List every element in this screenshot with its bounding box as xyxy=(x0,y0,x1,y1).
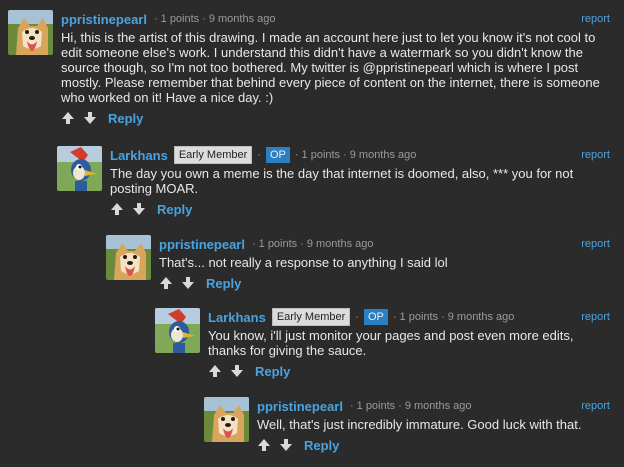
upvote-arrow-icon[interactable] xyxy=(257,438,271,452)
reply-button[interactable]: Reply xyxy=(206,276,241,291)
username[interactable]: ppristinepearl xyxy=(61,12,147,27)
report-link[interactable]: report xyxy=(581,400,610,412)
woodpecker-avatar-icon xyxy=(155,308,200,353)
username[interactable]: Larkhans xyxy=(208,310,266,325)
points: 1 points xyxy=(399,311,439,323)
separator: · xyxy=(343,149,347,161)
report-link[interactable]: report xyxy=(581,238,610,250)
downvote-arrow-icon[interactable] xyxy=(132,202,146,216)
separator: · xyxy=(202,13,206,25)
dog-avatar-icon xyxy=(106,235,151,280)
op-badge: OP xyxy=(363,309,388,325)
comment-text: Hi, this is the artist of this drawing. … xyxy=(61,30,600,105)
early-member-badge: Early Member xyxy=(271,308,351,326)
op-badge: OP xyxy=(265,147,290,163)
dog-avatar-icon xyxy=(8,10,53,55)
report-link[interactable]: report xyxy=(581,311,610,323)
separator: · xyxy=(257,149,261,161)
timestamp: 9 months ago xyxy=(447,311,515,323)
comment: Larkhans Early Member · OP · 1 points · … xyxy=(57,146,610,226)
reply-button[interactable]: Reply xyxy=(255,364,290,379)
separator: · xyxy=(441,311,445,323)
separator: · xyxy=(153,13,158,25)
username[interactable]: ppristinepearl xyxy=(257,399,343,414)
separator: · xyxy=(392,311,397,323)
upvote-arrow-icon[interactable] xyxy=(159,276,173,290)
separator: · xyxy=(251,238,256,250)
timestamp: 9 months ago xyxy=(404,400,472,412)
woodpecker-avatar-icon xyxy=(57,146,102,191)
avatar[interactable] xyxy=(57,146,102,191)
reply-button[interactable]: Reply xyxy=(157,202,192,217)
upvote-arrow-icon[interactable] xyxy=(110,202,124,216)
downvote-arrow-icon[interactable] xyxy=(181,276,195,290)
avatar[interactable] xyxy=(204,397,249,442)
upvote-arrow-icon[interactable] xyxy=(208,364,222,378)
downvote-arrow-icon[interactable] xyxy=(83,111,97,125)
timestamp: 9 months ago xyxy=(349,149,417,161)
comment-text: The day you own a meme is the day that i… xyxy=(110,166,574,196)
upvote-arrow-icon[interactable] xyxy=(61,111,75,125)
reply-button[interactable]: Reply xyxy=(304,438,339,453)
avatar[interactable] xyxy=(155,308,200,353)
points: 1 points xyxy=(356,400,396,412)
separator: · xyxy=(300,238,304,250)
separator: · xyxy=(398,400,402,412)
comment: ppristinepearl · 1 points · 9 months ago… xyxy=(204,397,610,457)
separator: · xyxy=(355,311,359,323)
comment-text: Well, that's just incredibly immature. G… xyxy=(257,417,582,432)
early-member-badge: Early Member xyxy=(173,146,253,164)
timestamp: 9 months ago xyxy=(306,238,374,250)
comment: ppristinepearl · 1 points · 9 months ago… xyxy=(8,10,610,130)
report-link[interactable]: report xyxy=(581,149,610,161)
report-link[interactable]: report xyxy=(581,13,610,25)
comment-text: That's... not really a response to anyth… xyxy=(159,255,448,270)
separator: · xyxy=(294,149,299,161)
comment: Larkhans Early Member · OP · 1 points · … xyxy=(155,308,610,388)
points: 1 points xyxy=(160,13,200,25)
username[interactable]: ppristinepearl xyxy=(159,237,245,252)
username[interactable]: Larkhans xyxy=(110,148,168,163)
avatar[interactable] xyxy=(8,10,53,55)
dog-avatar-icon xyxy=(204,397,249,442)
points: 1 points xyxy=(301,149,341,161)
comment: ppristinepearl · 1 points · 9 months ago… xyxy=(106,235,610,295)
reply-button[interactable]: Reply xyxy=(108,111,143,126)
downvote-arrow-icon[interactable] xyxy=(230,364,244,378)
downvote-arrow-icon[interactable] xyxy=(279,438,293,452)
avatar[interactable] xyxy=(106,235,151,280)
timestamp: 9 months ago xyxy=(208,13,276,25)
separator: · xyxy=(349,400,354,412)
points: 1 points xyxy=(258,238,298,250)
comment-text: You know, i'll just monitor your pages a… xyxy=(208,328,574,358)
